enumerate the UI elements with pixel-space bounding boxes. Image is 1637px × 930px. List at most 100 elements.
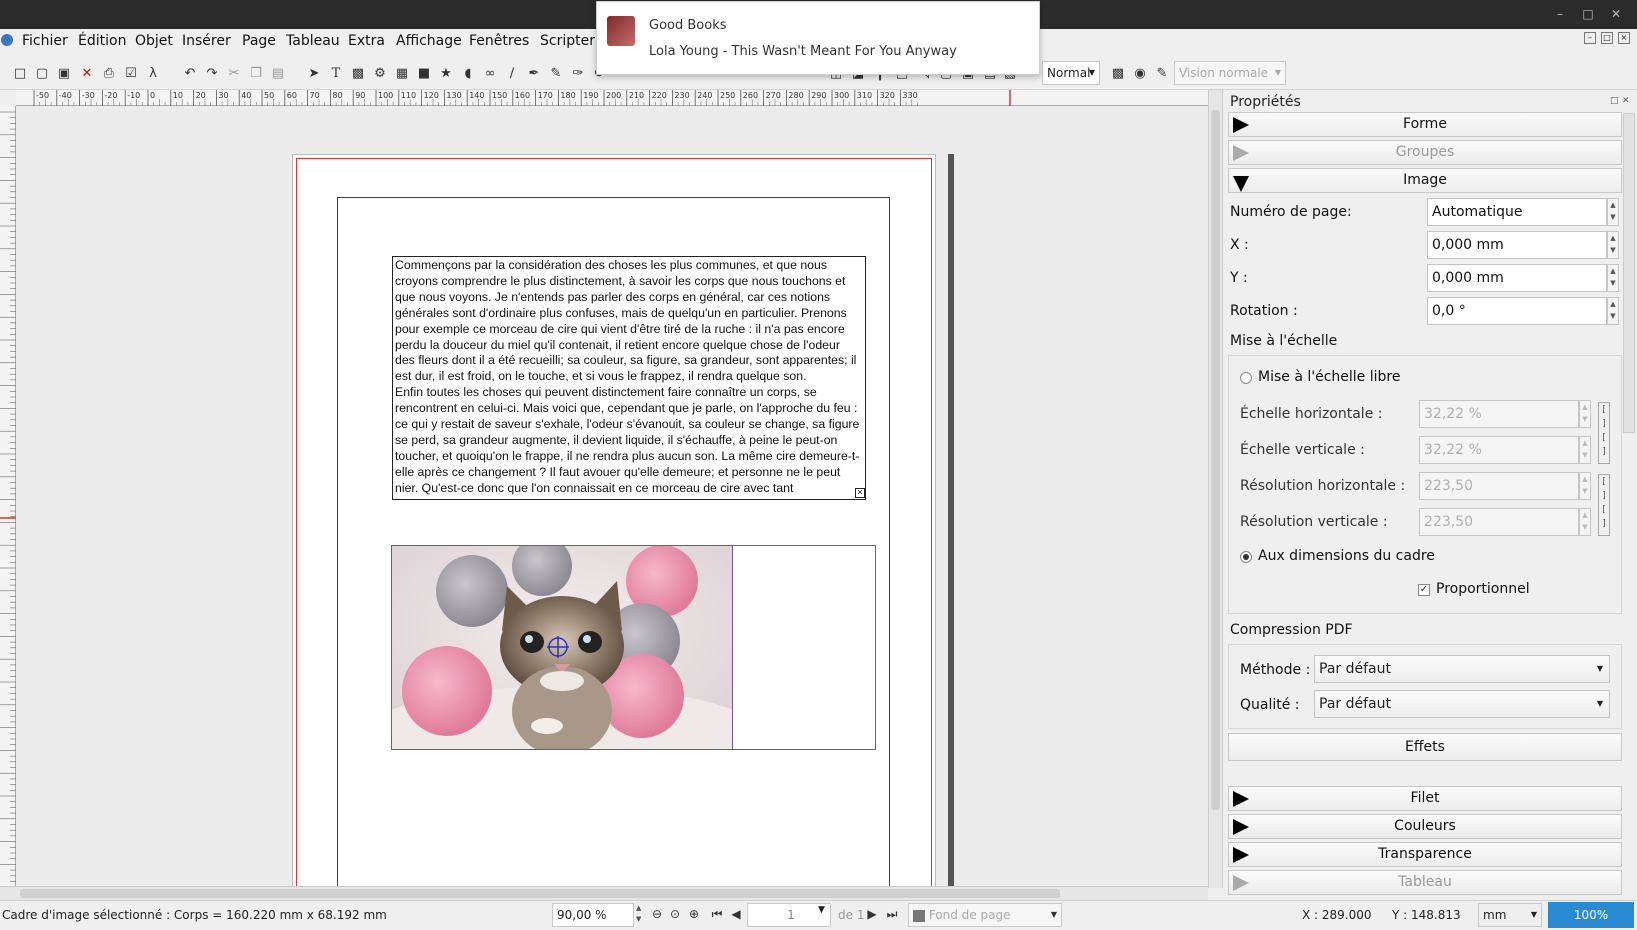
spin-arrows-icon[interactable]: ▲ ▼	[1607, 231, 1619, 259]
frame-dims-radio[interactable]	[1240, 551, 1252, 563]
chevron-down-icon[interactable]: ▼	[818, 905, 825, 915]
section-forme[interactable]: Forme	[1228, 112, 1622, 137]
menu-extra[interactable]: Extra	[348, 33, 385, 49]
text-frame-icon[interactable]: T	[326, 64, 346, 84]
render-frame-icon[interactable]: ⚙	[370, 64, 390, 84]
copy-icon[interactable]: ❐	[246, 64, 266, 84]
section-transparence[interactable]: Transparence	[1228, 842, 1622, 867]
close-icon[interactable]: ✕	[1608, 6, 1624, 22]
color-preview-icon[interactable]: ▩	[1108, 64, 1128, 84]
panel-float-icon[interactable]: □	[1610, 96, 1619, 106]
document-canvas[interactable]: Commençons par la considération des chos…	[16, 106, 1208, 886]
last-page-icon[interactable]: ⏭	[882, 904, 902, 924]
calligraphy-icon[interactable]: ✑	[568, 64, 588, 84]
horizontal-scrollbar[interactable]	[0, 886, 1208, 900]
spin-arrows-icon[interactable]: ▲ ▼	[1579, 400, 1591, 428]
shape-icon[interactable]: ■	[414, 64, 434, 84]
vertical-scrollbar[interactable]	[1208, 90, 1222, 888]
menu-inserer[interactable]: Insérer	[182, 33, 231, 49]
spin-arrows-icon[interactable]: ▲ ▼	[1579, 436, 1591, 464]
paste-icon[interactable]: ▤	[268, 64, 288, 84]
print-icon[interactable]: ⎙	[99, 64, 119, 84]
redo-icon[interactable]: ↷	[202, 64, 222, 84]
spin-arrows-icon[interactable]: ▲ ▼	[1579, 508, 1591, 536]
select-arrow-icon[interactable]: ➤	[304, 64, 324, 84]
page-number-field[interactable]: Automatique	[1427, 198, 1607, 226]
y-field[interactable]: 0,000 mm	[1427, 264, 1607, 292]
cut-icon[interactable]: ✂	[224, 64, 244, 84]
vscale-field[interactable]: 32,22 %	[1419, 436, 1579, 464]
kitten-image[interactable]	[392, 546, 733, 749]
menu-scripter[interactable]: Scripter	[540, 33, 595, 49]
hres-field[interactable]: 223,50	[1419, 472, 1579, 500]
x-field[interactable]: 0,000 mm	[1427, 231, 1607, 259]
doc-minimize-icon[interactable]: –	[1584, 32, 1596, 44]
rotation-field[interactable]: 0,0 °	[1427, 297, 1607, 325]
spin-arrows-icon[interactable]: ▲ ▼	[636, 903, 641, 925]
doc-restore-icon[interactable]: □	[1601, 32, 1613, 44]
chain-link-icon[interactable]: [][]	[1598, 474, 1610, 536]
spin-arrows-icon[interactable]: ▲ ▼	[1607, 198, 1619, 226]
new-doc-icon[interactable]: □	[10, 64, 30, 84]
scroll-thumb[interactable]	[20, 889, 1060, 898]
freehand-icon[interactable]: ✎	[546, 64, 566, 84]
next-page-icon[interactable]: ▶	[862, 904, 882, 924]
scroll-thumb[interactable]	[1211, 110, 1220, 810]
preflight-check-icon[interactable]: ☑	[121, 64, 141, 84]
vertical-ruler[interactable]	[0, 106, 16, 888]
menu-tableau[interactable]: Tableau	[286, 33, 340, 49]
save-icon[interactable]: ▣	[54, 64, 74, 84]
unit-select[interactable]: mm ▼	[1478, 903, 1542, 927]
menu-page[interactable]: Page	[242, 33, 276, 49]
quality-select[interactable]: Par défaut ▼	[1314, 690, 1610, 718]
proportional-checkbox[interactable]: ✓	[1418, 584, 1430, 596]
section-couleurs[interactable]: Couleurs	[1228, 814, 1622, 839]
horizontal-ruler[interactable]: -50 -40 -30 -20 -10 0 10 20 30 40 50 60 70 80 90 100 110…	[16, 90, 1208, 106]
view-mode-select[interactable]: Vision normale ▼	[1174, 61, 1286, 85]
undo-icon[interactable]: ↶	[180, 64, 200, 84]
zoom-100-button[interactable]: 100%	[1548, 902, 1634, 928]
minimize-icon[interactable]: –	[1552, 6, 1568, 22]
prev-page-icon[interactable]: ◀	[726, 904, 746, 924]
effects-button[interactable]: Effets	[1228, 733, 1622, 761]
line-icon[interactable]: ∕	[502, 64, 522, 84]
free-scale-radio[interactable]	[1240, 372, 1252, 384]
layer-select[interactable]: Fond de page ▼	[908, 903, 1062, 927]
text-overflow-icon[interactable]: ✕	[855, 488, 865, 498]
close-doc-icon[interactable]: ✕	[77, 64, 97, 84]
blend-mode-select[interactable]: Normal ▼	[1042, 61, 1100, 85]
doc-close-icon[interactable]: ×	[1618, 32, 1630, 44]
section-image[interactable]: Image	[1228, 168, 1622, 193]
hscale-field[interactable]: 32,22 %	[1419, 400, 1579, 428]
spin-arrows-icon[interactable]: ▲ ▼	[1579, 472, 1591, 500]
menu-affichage[interactable]: Affichage	[396, 33, 462, 49]
zoom-field[interactable]: 90,00 %	[552, 903, 634, 927]
menu-fenetres[interactable]: Fenêtres	[469, 33, 529, 49]
vres-field[interactable]: 223,50	[1419, 508, 1579, 536]
notification-popup[interactable]: Good Books Lola Young - This Wasn't Mean…	[596, 1, 1040, 75]
zoom-out-icon[interactable]: ⊖	[647, 904, 667, 924]
image-frame-icon[interactable]: ▩	[348, 64, 368, 84]
menu-fichier[interactable]: Fichier	[22, 33, 68, 49]
spin-arrows-icon[interactable]: ▲ ▼	[1607, 264, 1619, 292]
menu-objet[interactable]: Objet	[135, 33, 173, 49]
section-filet[interactable]: Filet	[1228, 786, 1622, 811]
text-frame[interactable]: Commençons par la considération des chos…	[392, 256, 866, 500]
panel-scrollbar[interactable]	[1623, 113, 1635, 433]
bezier-icon[interactable]: ✒	[524, 64, 544, 84]
arc-icon[interactable]: ◖	[458, 64, 478, 84]
export-pdf-icon[interactable]: λ	[143, 64, 163, 84]
spin-arrows-icon[interactable]: ▲ ▼	[1607, 297, 1619, 325]
open-folder-icon[interactable]: ▢	[32, 64, 52, 84]
method-select[interactable]: Par défaut ▼	[1314, 655, 1610, 683]
edit-mode-icon[interactable]: ✎	[1152, 64, 1172, 84]
menu-edition[interactable]: Édition	[78, 33, 126, 49]
polygon-star-icon[interactable]: ★	[436, 64, 456, 84]
maximize-icon[interactable]: □	[1580, 6, 1596, 22]
section-groupes[interactable]: Groupes	[1228, 140, 1622, 165]
zoom-in-icon[interactable]: ⊕	[684, 904, 704, 924]
table-icon[interactable]: ▦	[392, 64, 412, 84]
eye-preview-icon[interactable]: ◉	[1130, 64, 1150, 84]
zoom-reset-icon[interactable]: ⊙	[665, 904, 685, 924]
section-tableau[interactable]: Tableau	[1228, 870, 1622, 895]
